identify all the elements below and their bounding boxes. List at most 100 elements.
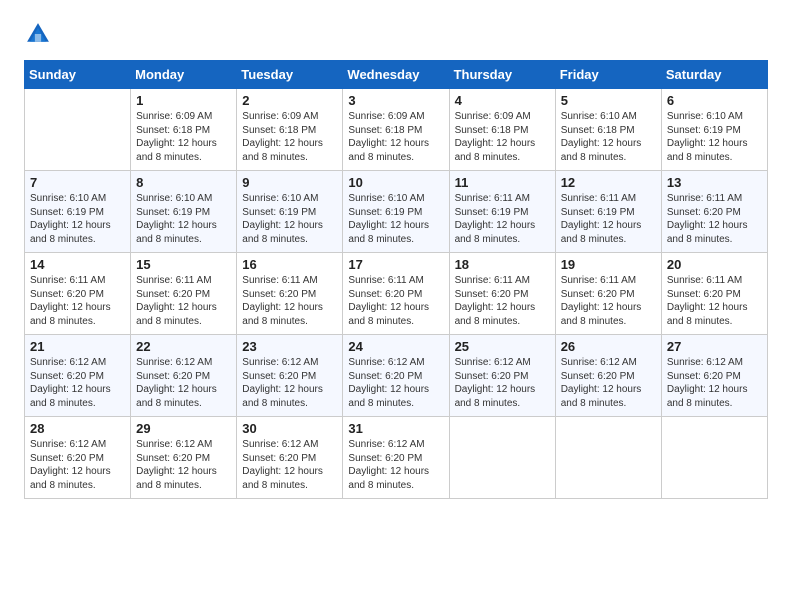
- day-number: 1: [136, 93, 231, 108]
- day-number: 14: [30, 257, 125, 272]
- day-number: 24: [348, 339, 443, 354]
- day-number: 19: [561, 257, 656, 272]
- weekday-header-friday: Friday: [555, 61, 661, 89]
- cell-info: Sunrise: 6:11 AM Sunset: 6:20 PM Dayligh…: [561, 274, 656, 328]
- calendar-cell: 25 Sunrise: 6:12 AM Sunset: 6:20 PM Dayli…: [449, 335, 555, 417]
- day-number: 15: [136, 257, 231, 272]
- cell-info: Sunrise: 6:10 AM Sunset: 6:18 PM Dayligh…: [561, 110, 656, 164]
- weekday-header-tuesday: Tuesday: [237, 61, 343, 89]
- weekday-header-row: SundayMondayTuesdayWednesdayThursdayFrid…: [25, 61, 768, 89]
- day-number: 20: [667, 257, 762, 272]
- calendar-cell: 6 Sunrise: 6:10 AM Sunset: 6:19 PM Daylig…: [661, 89, 767, 171]
- cell-info: Sunrise: 6:12 AM Sunset: 6:20 PM Dayligh…: [561, 356, 656, 410]
- calendar-cell: 26 Sunrise: 6:12 AM Sunset: 6:20 PM Dayli…: [555, 335, 661, 417]
- cell-info: Sunrise: 6:12 AM Sunset: 6:20 PM Dayligh…: [242, 356, 337, 410]
- day-number: 31: [348, 421, 443, 436]
- day-number: 12: [561, 175, 656, 190]
- cell-info: Sunrise: 6:11 AM Sunset: 6:20 PM Dayligh…: [242, 274, 337, 328]
- weekday-header-sunday: Sunday: [25, 61, 131, 89]
- cell-info: Sunrise: 6:12 AM Sunset: 6:20 PM Dayligh…: [667, 356, 762, 410]
- day-number: 18: [455, 257, 550, 272]
- day-number: 3: [348, 93, 443, 108]
- cell-info: Sunrise: 6:11 AM Sunset: 6:20 PM Dayligh…: [667, 274, 762, 328]
- page: SundayMondayTuesdayWednesdayThursdayFrid…: [0, 0, 792, 612]
- cell-info: Sunrise: 6:12 AM Sunset: 6:20 PM Dayligh…: [30, 356, 125, 410]
- cell-info: Sunrise: 6:09 AM Sunset: 6:18 PM Dayligh…: [242, 110, 337, 164]
- day-number: 26: [561, 339, 656, 354]
- calendar-cell: 23 Sunrise: 6:12 AM Sunset: 6:20 PM Dayli…: [237, 335, 343, 417]
- day-number: 27: [667, 339, 762, 354]
- calendar-cell: 2 Sunrise: 6:09 AM Sunset: 6:18 PM Daylig…: [237, 89, 343, 171]
- calendar-cell: 30 Sunrise: 6:12 AM Sunset: 6:20 PM Dayli…: [237, 417, 343, 499]
- weekday-header-monday: Monday: [131, 61, 237, 89]
- day-number: 9: [242, 175, 337, 190]
- calendar-cell: 29Sunrise: 6:12 AM Sunset: 6:20 PM Dayli…: [131, 417, 237, 499]
- calendar-table: SundayMondayTuesdayWednesdayThursdayFrid…: [24, 60, 768, 499]
- cell-info: Sunrise: 6:10 AM Sunset: 6:19 PM Dayligh…: [667, 110, 762, 164]
- calendar-cell: 8Sunrise: 6:10 AM Sunset: 6:19 PM Daylig…: [131, 171, 237, 253]
- cell-info: Sunrise: 6:12 AM Sunset: 6:20 PM Dayligh…: [348, 356, 443, 410]
- day-number: 17: [348, 257, 443, 272]
- week-row-2: 7 Sunrise: 6:10 AM Sunset: 6:19 PM Daylig…: [25, 171, 768, 253]
- cell-info: Sunrise: 6:09 AM Sunset: 6:18 PM Dayligh…: [136, 110, 231, 164]
- calendar-cell: 22 Sunrise: 6:12 AM Sunset: 6:20 PM Dayli…: [131, 335, 237, 417]
- cell-info: Sunrise: 6:11 AM Sunset: 6:20 PM Dayligh…: [348, 274, 443, 328]
- weekday-header-thursday: Thursday: [449, 61, 555, 89]
- week-row-1: 1 Sunrise: 6:09 AM Sunset: 6:18 PM Daylig…: [25, 89, 768, 171]
- calendar-cell: 21 Sunrise: 6:12 AM Sunset: 6:20 PM Dayli…: [25, 335, 131, 417]
- day-number: 22: [136, 339, 231, 354]
- calendar-cell: 3Sunrise: 6:09 AM Sunset: 6:18 PM Daylig…: [343, 89, 449, 171]
- cell-info: Sunrise: 6:12 AM Sunset: 6:20 PM Dayligh…: [242, 438, 337, 492]
- calendar-cell: 24 Sunrise: 6:12 AM Sunset: 6:20 PM Dayli…: [343, 335, 449, 417]
- day-number: 21: [30, 339, 125, 354]
- day-number: 23: [242, 339, 337, 354]
- day-number: 10: [348, 175, 443, 190]
- week-row-3: 14 Sunrise: 6:11 AM Sunset: 6:20 PM Dayli…: [25, 253, 768, 335]
- cell-info: Sunrise: 6:11 AM Sunset: 6:20 PM Dayligh…: [30, 274, 125, 328]
- week-row-5: 28 Sunrise: 6:12 AM Sunset: 6:20 PM Dayli…: [25, 417, 768, 499]
- calendar-cell: [555, 417, 661, 499]
- calendar-cell: 18 Sunrise: 6:11 AM Sunset: 6:20 PM Dayli…: [449, 253, 555, 335]
- cell-info: Sunrise: 6:11 AM Sunset: 6:20 PM Dayligh…: [136, 274, 231, 328]
- cell-info: Sunrise: 6:12 AM Sunset: 6:20 PM Dayligh…: [455, 356, 550, 410]
- cell-info: Sunrise: 6:10 AM Sunset: 6:19 PM Dayligh…: [30, 192, 125, 246]
- day-number: 28: [30, 421, 125, 436]
- calendar-cell: 16Sunrise: 6:11 AM Sunset: 6:20 PM Dayli…: [237, 253, 343, 335]
- cell-info: Sunrise: 6:12 AM Sunset: 6:20 PM Dayligh…: [348, 438, 443, 492]
- cell-info: Sunrise: 6:12 AM Sunset: 6:20 PM Dayligh…: [30, 438, 125, 492]
- logo: [24, 20, 56, 48]
- calendar-cell: 31 Sunrise: 6:12 AM Sunset: 6:20 PM Dayli…: [343, 417, 449, 499]
- calendar-cell: 19 Sunrise: 6:11 AM Sunset: 6:20 PM Dayli…: [555, 253, 661, 335]
- calendar-cell: 14 Sunrise: 6:11 AM Sunset: 6:20 PM Dayli…: [25, 253, 131, 335]
- calendar-cell: [25, 89, 131, 171]
- day-number: 5: [561, 93, 656, 108]
- day-number: 25: [455, 339, 550, 354]
- cell-info: Sunrise: 6:11 AM Sunset: 6:20 PM Dayligh…: [455, 274, 550, 328]
- calendar-cell: 20 Sunrise: 6:11 AM Sunset: 6:20 PM Dayli…: [661, 253, 767, 335]
- cell-info: Sunrise: 6:12 AM Sunset: 6:20 PM Dayligh…: [136, 356, 231, 410]
- cell-info: Sunrise: 6:11 AM Sunset: 6:19 PM Dayligh…: [455, 192, 550, 246]
- day-number: 7: [30, 175, 125, 190]
- day-number: 11: [455, 175, 550, 190]
- day-number: 2: [242, 93, 337, 108]
- cell-info: Sunrise: 6:10 AM Sunset: 6:19 PM Dayligh…: [242, 192, 337, 246]
- calendar-cell: 1 Sunrise: 6:09 AM Sunset: 6:18 PM Daylig…: [131, 89, 237, 171]
- calendar-cell: [449, 417, 555, 499]
- weekday-header-saturday: Saturday: [661, 61, 767, 89]
- cell-info: Sunrise: 6:11 AM Sunset: 6:19 PM Dayligh…: [561, 192, 656, 246]
- day-number: 30: [242, 421, 337, 436]
- logo-icon: [24, 20, 52, 48]
- calendar-cell: 27 Sunrise: 6:12 AM Sunset: 6:20 PM Dayli…: [661, 335, 767, 417]
- calendar-cell: 17 Sunrise: 6:11 AM Sunset: 6:20 PM Dayli…: [343, 253, 449, 335]
- day-number: 8: [136, 175, 231, 190]
- calendar-cell: 11 Sunrise: 6:11 AM Sunset: 6:19 PM Dayli…: [449, 171, 555, 253]
- day-number: 6: [667, 93, 762, 108]
- calendar-cell: 5 Sunrise: 6:10 AM Sunset: 6:18 PM Daylig…: [555, 89, 661, 171]
- week-row-4: 21 Sunrise: 6:12 AM Sunset: 6:20 PM Dayli…: [25, 335, 768, 417]
- day-number: 13: [667, 175, 762, 190]
- cell-info: Sunrise: 6:11 AM Sunset: 6:20 PM Dayligh…: [667, 192, 762, 246]
- calendar-cell: 13 Sunrise: 6:11 AM Sunset: 6:20 PM Dayli…: [661, 171, 767, 253]
- calendar-cell: 10Sunrise: 6:10 AM Sunset: 6:19 PM Dayli…: [343, 171, 449, 253]
- cell-info: Sunrise: 6:09 AM Sunset: 6:18 PM Dayligh…: [455, 110, 550, 164]
- cell-info: Sunrise: 6:12 AM Sunset: 6:20 PM Dayligh…: [136, 438, 231, 492]
